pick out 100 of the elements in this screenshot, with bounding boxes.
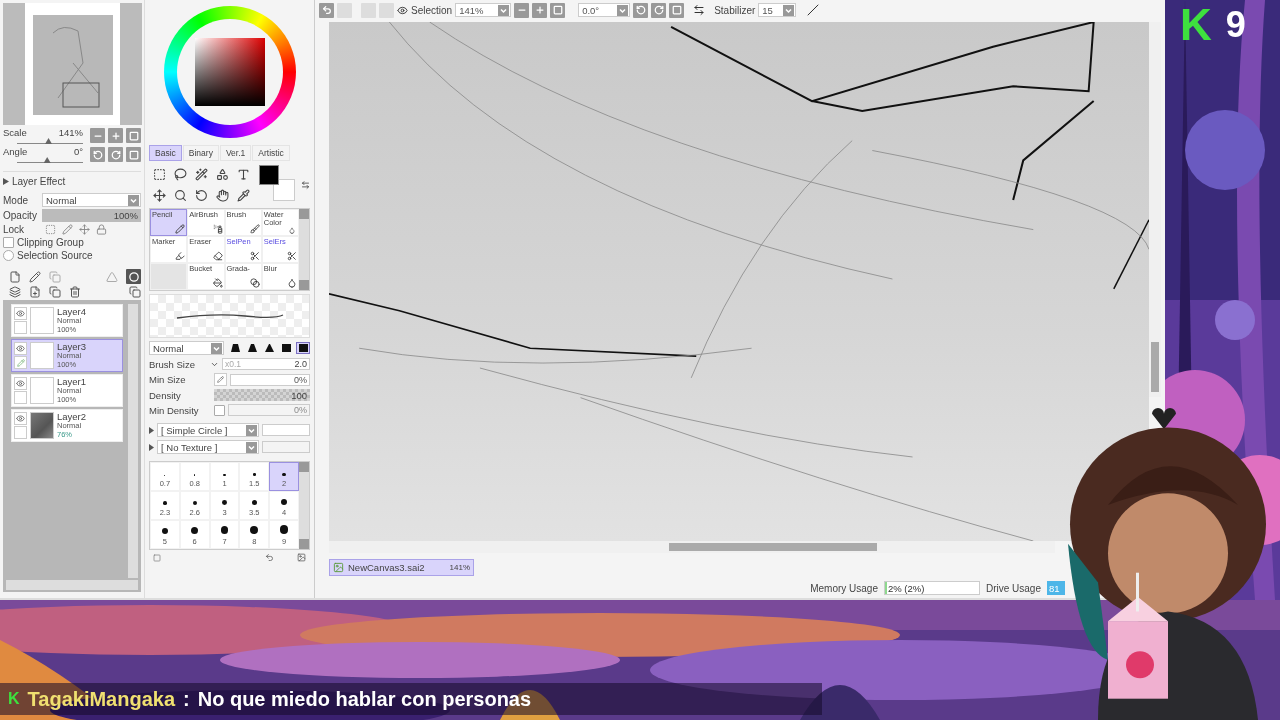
lock-drawing-icon[interactable] <box>62 224 73 235</box>
angle-field[interactable]: 0.0° <box>578 3 631 17</box>
layer-name: Layer4 <box>57 307 87 316</box>
rotate-left-icon <box>92 149 103 160</box>
zoom-in-button[interactable] <box>532 2 548 18</box>
paint-bucket-icon <box>212 278 223 288</box>
blend-icon <box>249 278 260 288</box>
tab[interactable]: Basic <box>149 145 182 161</box>
undo-icon <box>321 5 332 15</box>
scale-slider[interactable] <box>17 138 83 144</box>
swap-colors-icon[interactable] <box>301 179 310 190</box>
selection-label[interactable]: Selection <box>411 4 453 16</box>
lock-move-icon[interactable] <box>79 224 90 235</box>
brush-mode-select[interactable]: Normal <box>149 341 224 355</box>
brush-shape-select[interactable]: [ Simple Circle ] <box>157 423 259 437</box>
sketch-drawing[interactable] <box>329 22 1149 541</box>
image-icon[interactable] <box>297 553 306 562</box>
lock-pixels-icon[interactable] <box>45 224 56 235</box>
section-title[interactable]: Layer Effect <box>12 176 66 187</box>
caret-icon[interactable] <box>3 178 9 185</box>
rotate-right-button[interactable] <box>108 147 123 162</box>
trash-icon[interactable] <box>69 286 81 298</box>
field-value: 2.0 <box>294 359 307 369</box>
merge-down-icon[interactable] <box>9 286 21 298</box>
undo-button[interactable] <box>319 2 334 18</box>
shape-field[interactable] <box>262 424 310 436</box>
rotate-left-button[interactable] <box>633 2 649 18</box>
brush-icon <box>249 224 260 234</box>
pen-layer-icon[interactable] <box>29 270 41 283</box>
eye-icon[interactable] <box>397 4 408 16</box>
eye-icon[interactable] <box>14 412 27 425</box>
copy-icon[interactable] <box>49 286 61 298</box>
stabilizer-field[interactable]: 15 <box>758 3 797 17</box>
canvas-tab[interactable]: NewCanvas3.sai2 141% <box>329 559 474 576</box>
pressure-icon[interactable] <box>214 373 227 386</box>
zoom-field[interactable]: 141% <box>455 3 512 17</box>
radio-button[interactable] <box>3 250 14 261</box>
checkbox[interactable] <box>3 237 14 248</box>
blend-mode-select[interactable]: Normal <box>42 193 141 207</box>
brush-tip-icon[interactable] <box>245 342 259 354</box>
circle-icon <box>128 271 139 282</box>
brush-tip-icon[interactable] <box>262 342 276 354</box>
eye-icon[interactable] <box>14 377 27 390</box>
rotate-right-button[interactable] <box>651 2 667 18</box>
slider-thumb[interactable] <box>45 138 52 144</box>
reset-angle-button[interactable] <box>126 147 141 162</box>
undo-icon[interactable] <box>265 553 274 562</box>
scissors-icon <box>287 251 297 261</box>
lock-icon[interactable] <box>96 224 107 235</box>
density-slider[interactable]: 100 <box>214 389 310 401</box>
brush-tip-icon[interactable] <box>228 342 242 354</box>
droplet-icon <box>287 227 297 234</box>
flip-icon[interactable] <box>693 4 706 16</box>
scrollbar[interactable] <box>128 304 138 578</box>
reset-angle-button[interactable] <box>669 2 685 18</box>
background-swatch[interactable] <box>273 178 295 201</box>
brush-size-field[interactable]: x0.1 2.0 <box>222 358 310 370</box>
brush-texture-select[interactable]: [ No Texture ] <box>157 440 259 454</box>
value-field[interactable]: 0% <box>230 373 310 386</box>
scrollbar[interactable] <box>299 209 309 290</box>
caret-icon[interactable] <box>149 426 154 434</box>
opacity-slider[interactable]: 100% <box>42 209 141 222</box>
zoom-in-button[interactable] <box>108 128 123 143</box>
panel-icon[interactable] <box>153 553 161 562</box>
drive-meter: 81 <box>1047 581 1065 595</box>
reset-zoom-button[interactable] <box>126 128 141 143</box>
scrollbar[interactable] <box>6 580 138 590</box>
scrollbar[interactable] <box>1149 22 1161 397</box>
texture-strength-field[interactable] <box>262 441 310 453</box>
zoom-out-button[interactable] <box>514 2 530 18</box>
eye-icon[interactable] <box>14 307 27 320</box>
setting-label: Density <box>149 389 182 401</box>
duplicate-icon[interactable] <box>129 286 141 298</box>
scrollbar[interactable] <box>299 462 309 549</box>
angle-slider[interactable] <box>17 157 83 163</box>
line-icon[interactable] <box>807 4 820 16</box>
brush-tip-icon[interactable] <box>296 342 310 354</box>
rotate-left-button[interactable] <box>90 147 105 162</box>
eye-icon[interactable] <box>14 342 27 355</box>
tab[interactable]: Binary <box>182 145 219 161</box>
brush-tip-icon[interactable] <box>279 342 293 354</box>
canvas-zoom: 141% <box>449 563 470 572</box>
square-icon <box>128 149 139 160</box>
foreground-swatch[interactable] <box>259 164 279 185</box>
reset-zoom-button[interactable] <box>550 2 566 18</box>
checkbox[interactable] <box>214 404 225 416</box>
mode-label: Mode <box>3 194 29 206</box>
zoom-out-button[interactable] <box>90 128 105 143</box>
new-layer-icon[interactable] <box>9 270 21 283</box>
color-square[interactable] <box>194 38 265 106</box>
scrollbar[interactable] <box>329 541 1055 553</box>
caret-icon[interactable] <box>149 443 154 451</box>
setting-label: Min Size <box>149 374 187 385</box>
layer-effect-icon[interactable] <box>106 270 118 283</box>
slider-thumb[interactable] <box>43 157 51 163</box>
tab[interactable]: Artistic <box>252 145 290 161</box>
tab[interactable]: Ver.1 <box>219 145 252 161</box>
add-layer-icon[interactable] <box>29 286 41 298</box>
mask-button[interactable] <box>126 269 141 284</box>
rotate-right-icon <box>110 149 121 160</box>
